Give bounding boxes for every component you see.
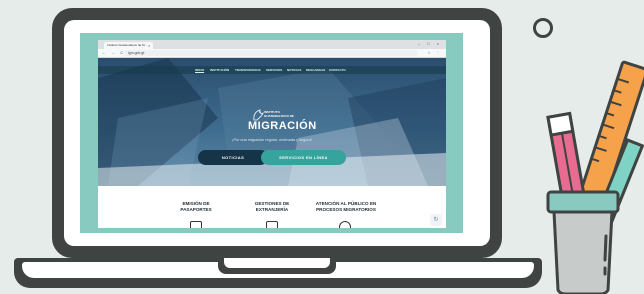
laptop-notch-inner (224, 258, 330, 268)
browser-window: Instituto Guatemalteco de M... × – □ × ←… (98, 40, 446, 228)
nav-item-inicio[interactable]: INICIO (195, 66, 204, 74)
url-field[interactable]: igm.gob.gt (124, 50, 418, 56)
nav-item-transparencia[interactable]: TRANSPARENCIA (235, 66, 261, 74)
online-services-button[interactable]: SERVICIOS EN LÍNEA (261, 150, 346, 165)
browser-tabbar: Instituto Guatemalteco de M... × – □ × (98, 40, 446, 49)
nav-item-servicios[interactable]: SERVICIOS (266, 66, 282, 74)
browser-tab[interactable]: Instituto Guatemalteco de M... (104, 42, 153, 49)
nav-item-noticias[interactable]: NOTICIAS (287, 66, 301, 74)
feature-foreigners[interactable]: GESTIONES DE EXTRANJERÍA (242, 201, 302, 212)
window-controls[interactable]: – □ × (418, 41, 442, 46)
logo-title: MIGRACIÓN (248, 120, 317, 132)
address-bar: ← → C igm.gob.gt ☆ ⋮ (98, 49, 446, 58)
decor-circle (533, 18, 553, 38)
hero-tagline: ¡Por una migración regular, ordenada y s… (232, 138, 312, 142)
tab-close-icon[interactable]: × (148, 42, 150, 49)
nav-item-institucion[interactable]: INSTITUCIÓN (210, 66, 229, 74)
address-bar-icons[interactable]: ☆ ⋮ (427, 49, 442, 57)
site-navbar: INICIO INSTITUCIÓN TRANSPARENCIA SERVICI… (98, 66, 446, 74)
document-icon (266, 221, 278, 228)
recaptcha-icon: ↻ (430, 214, 442, 226)
feature-passports[interactable]: EMISIÓN DE PASAPORTES (166, 201, 226, 212)
news-button[interactable]: NOTICIAS (198, 150, 268, 165)
pencil-cup-illustration (546, 60, 644, 294)
passport-icon (190, 221, 202, 228)
hero-section: INICIO INSTITUCIÓN TRANSPARENCIA SERVICI… (98, 58, 446, 186)
nav-arrows-icon[interactable]: ← → C (102, 49, 125, 57)
nav-item-descargas[interactable]: DESCARGAS (306, 66, 325, 74)
nav-item-contacto[interactable]: CONTACTO (329, 66, 346, 74)
logo-subtitle: INSTITUTO GUATEMALTECO DE (264, 110, 294, 118)
people-icon (339, 221, 351, 228)
feature-public-attention[interactable]: ATENCIÓN AL PÚBLICO EN PROCESOS MIGRATOR… (310, 201, 382, 212)
